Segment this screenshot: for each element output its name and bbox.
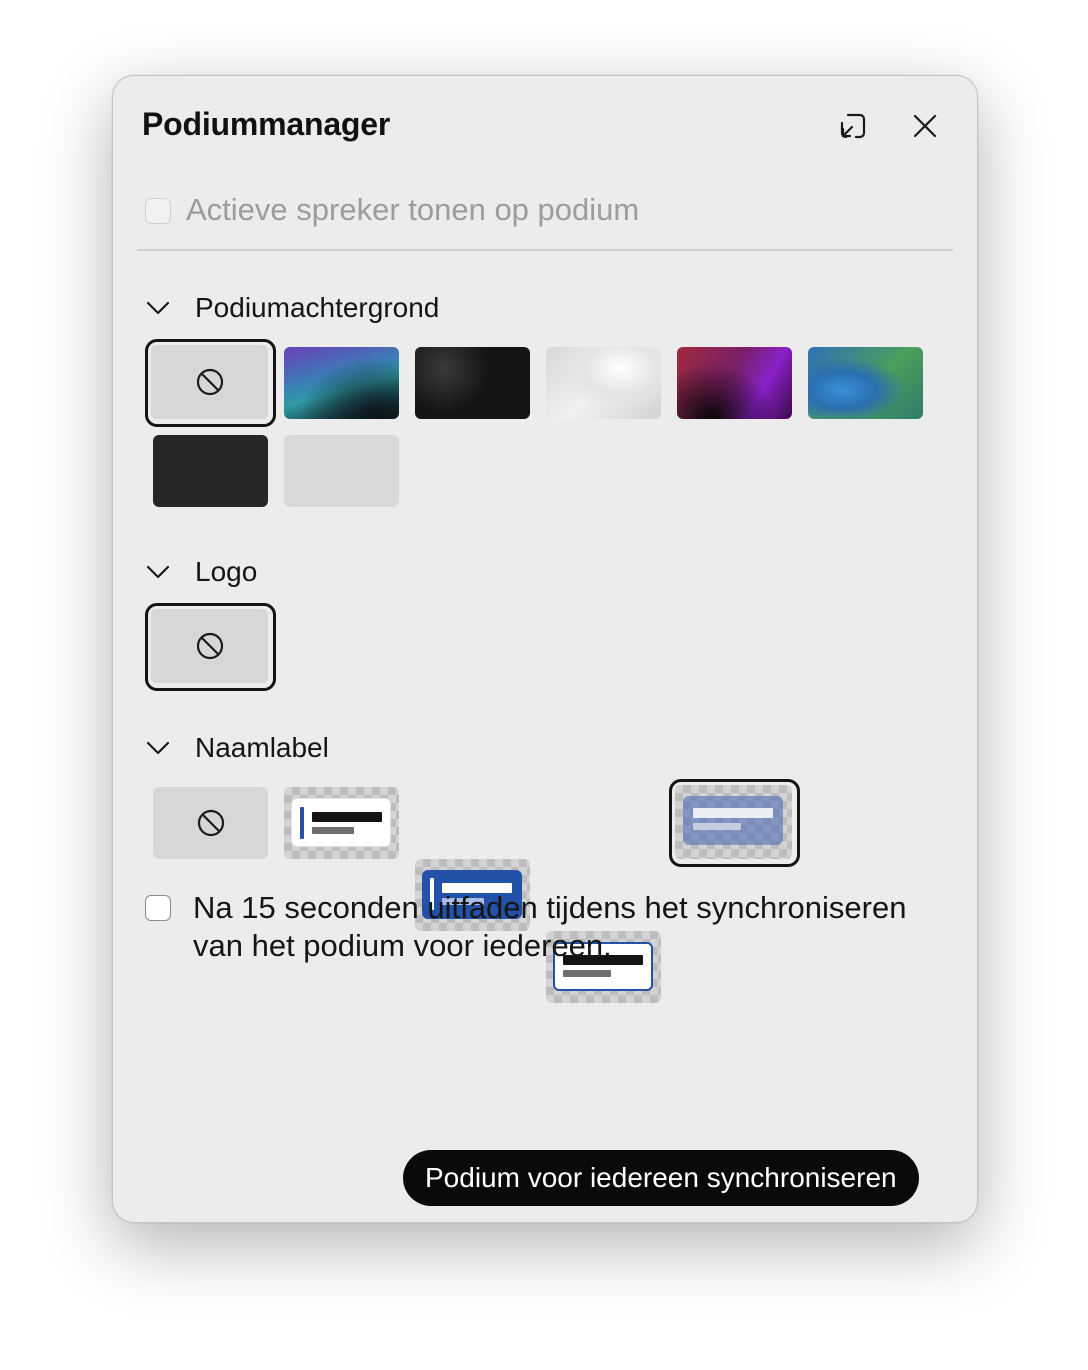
name-label-option-translucent-card[interactable] xyxy=(669,779,800,867)
chevron-down-icon xyxy=(146,741,170,755)
active-speaker-label: Actieve spreker tonen op podium xyxy=(186,192,640,227)
sync-stage-button[interactable]: Podium voor iedereen synchroniseren xyxy=(403,1150,919,1206)
section-header-background[interactable]: Podiumachtergrond xyxy=(113,288,439,328)
logo-option-none[interactable] xyxy=(145,603,276,691)
background-option-light-shapes[interactable] xyxy=(546,347,661,419)
chevron-down-icon xyxy=(146,565,170,579)
section-header-name-label[interactable]: Naamlabel xyxy=(113,728,329,768)
no-symbol-icon xyxy=(197,809,224,837)
no-symbol-icon xyxy=(196,632,223,660)
background-option-solid-light[interactable] xyxy=(284,435,399,507)
label-card-preview xyxy=(291,798,391,847)
name-label-option-none[interactable] xyxy=(153,787,268,859)
fade-option-checkbox[interactable] xyxy=(145,895,171,921)
window-title: Podiummanager xyxy=(142,106,391,142)
section-label-logo: Logo xyxy=(195,556,258,587)
background-option-purple-teal[interactable] xyxy=(284,347,399,419)
fade-option-label: Na 15 seconden uitfaden tijdens het sync… xyxy=(193,890,907,963)
label-card-preview xyxy=(683,796,783,845)
stage-manager-window: Podiummanager Actieve spreker tonen op p… xyxy=(112,75,978,1223)
chevron-down-icon xyxy=(146,301,170,315)
background-option-red-purple[interactable] xyxy=(677,347,792,419)
divider xyxy=(137,249,953,251)
section-label-background: Podiumachtergrond xyxy=(195,292,440,323)
collapse-icon xyxy=(840,113,866,139)
close-button[interactable] xyxy=(907,108,943,144)
collapse-button[interactable] xyxy=(835,108,871,144)
name-label-option-white-card[interactable] xyxy=(284,787,399,859)
section-header-logo[interactable]: Logo xyxy=(113,552,257,592)
background-option-dark-shapes[interactable] xyxy=(415,347,530,419)
section-label-name-label: Naamlabel xyxy=(195,732,329,763)
no-symbol-icon xyxy=(196,368,223,396)
close-icon xyxy=(913,114,937,138)
active-speaker-checkbox[interactable] xyxy=(145,198,171,224)
background-option-none[interactable] xyxy=(145,339,276,427)
background-option-solid-dark[interactable] xyxy=(153,435,268,507)
background-option-blue-green[interactable] xyxy=(808,347,923,419)
